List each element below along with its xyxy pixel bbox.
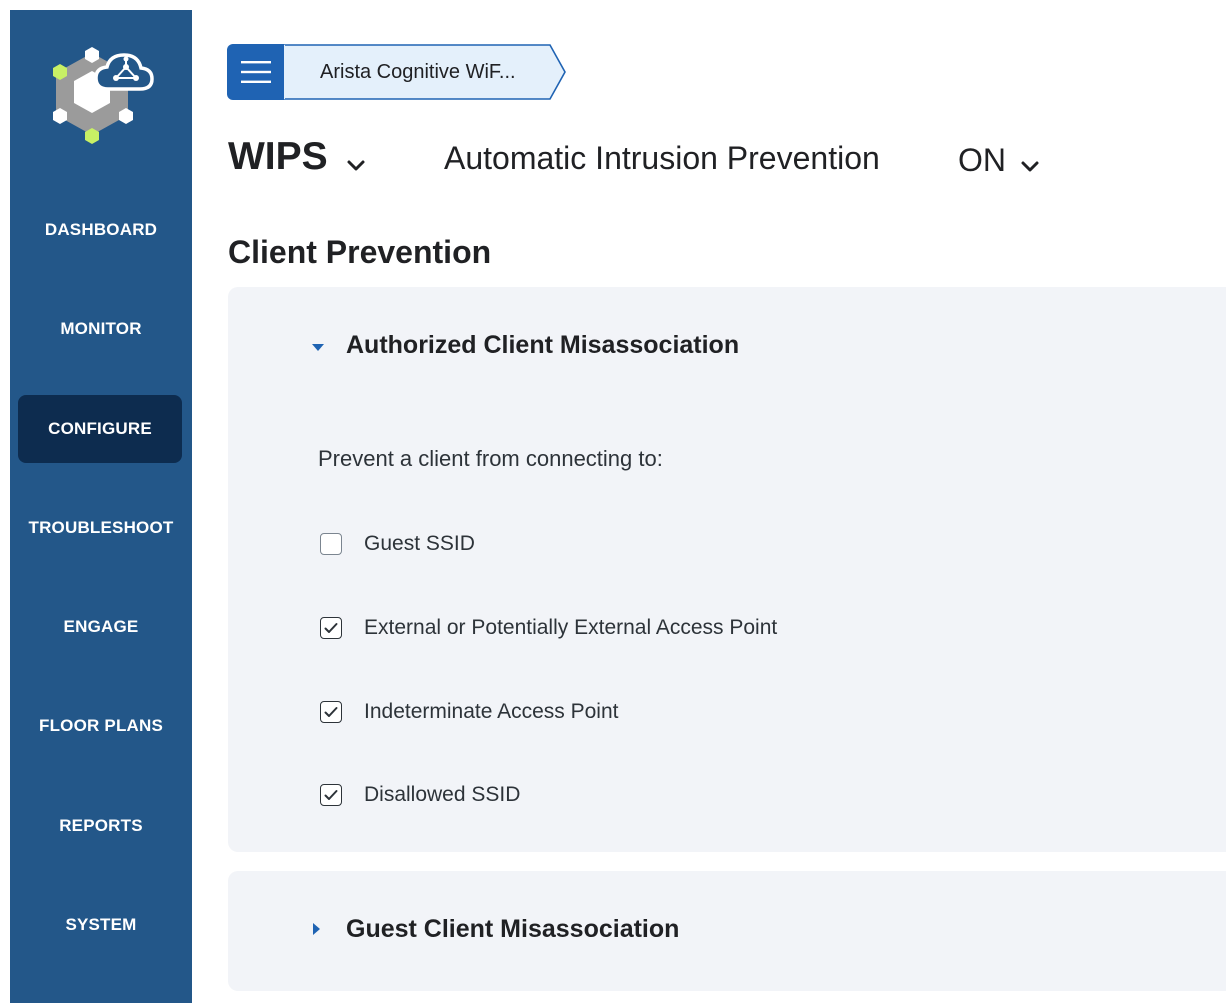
- option-guest-ssid[interactable]: Guest SSID: [320, 532, 475, 556]
- option-label: Indeterminate Access Point: [364, 700, 619, 723]
- breadcrumb-item[interactable]: Arista Cognitive WiF...: [284, 44, 566, 100]
- chevron-down-icon: [1020, 144, 1040, 181]
- window-edge: [0, 0, 10, 1003]
- option-label: External or Potentially External Access …: [364, 616, 778, 639]
- authorized-client-misassociation-panel: Authorized Client Misassociation Prevent…: [228, 287, 1226, 852]
- panel-toggle-authorized[interactable]: Authorized Client Misassociation: [310, 331, 739, 360]
- checkmark-icon: [324, 790, 338, 800]
- module-selector[interactable]: WIPS: [228, 132, 366, 182]
- hamburger-icon: [240, 61, 271, 83]
- guest-client-misassociation-panel: Guest Client Misassociation: [228, 871, 1226, 991]
- sidebar-item-configure[interactable]: CONFIGURE: [18, 395, 182, 463]
- sidebar-item-label: MONITOR: [60, 319, 142, 338]
- caret-right-icon: [310, 915, 332, 944]
- checkmark-icon: [324, 623, 338, 633]
- sidebar-item-reports[interactable]: REPORTS: [10, 806, 192, 846]
- option-label: Disallowed SSID: [364, 783, 521, 806]
- auto-prevention-value: ON: [958, 142, 1006, 178]
- caret-down-icon: [310, 331, 332, 360]
- sidebar-item-label: REPORTS: [59, 816, 143, 835]
- panel-title: Guest Client Misassociation: [346, 915, 680, 943]
- breadcrumb-label: Arista Cognitive WiF...: [320, 61, 516, 83]
- sidebar-item-system[interactable]: SYSTEM: [10, 905, 192, 945]
- sidebar-item-label: FLOOR PLANS: [38, 716, 164, 735]
- cloud-network-logo[interactable]: [50, 45, 160, 150]
- option-disallowed-ssid[interactable]: Disallowed SSID: [320, 783, 520, 807]
- sidebar-item-label: SYSTEM: [65, 915, 137, 934]
- sidebar-item-label: DASHBOARD: [44, 220, 158, 239]
- external-access-point-checkbox[interactable]: [320, 617, 342, 639]
- sidebar-item-floor-plans[interactable]: FLOOR PLANS: [10, 706, 192, 746]
- sidebar-item-label: TROUBLESHOOT: [28, 518, 174, 537]
- panel-title: Authorized Client Misassociation: [346, 331, 740, 359]
- option-indeterminate-access-point[interactable]: Indeterminate Access Point: [320, 700, 618, 724]
- section-title: Client Prevention: [228, 234, 492, 270]
- breadcrumb: Arista Cognitive WiF...: [227, 44, 566, 100]
- sidebar-item-label: ENGAGE: [63, 617, 139, 636]
- disallowed-ssid-checkbox[interactable]: [320, 784, 342, 806]
- sidebar-item-troubleshoot[interactable]: TROUBLESHOOT: [10, 508, 192, 548]
- guest-ssid-checkbox[interactable]: [320, 533, 342, 555]
- option-external-access-point[interactable]: External or Potentially External Access …: [320, 616, 777, 640]
- checkmark-icon: [324, 707, 338, 717]
- chevron-down-icon: [346, 138, 366, 182]
- prevention-prompt: Prevent a client from connecting to:: [318, 446, 663, 471]
- sidebar-item-monitor[interactable]: MONITOR: [10, 309, 192, 349]
- sidebar-item-engage[interactable]: ENGAGE: [10, 607, 192, 647]
- option-label: Guest SSID: [364, 532, 475, 555]
- auto-prevention-dropdown[interactable]: ON: [958, 140, 1040, 181]
- sidebar-item-label: CONFIGURE: [48, 419, 152, 438]
- indeterminate-access-point-checkbox[interactable]: [320, 701, 342, 723]
- page-title: WIPS: [228, 135, 328, 178]
- sidebar-item-dashboard[interactable]: DASHBOARD: [10, 210, 192, 250]
- menu-button[interactable]: [227, 44, 284, 100]
- auto-prevention-label: Automatic Intrusion Prevention: [444, 140, 880, 176]
- sidebar: DASHBOARD MONITOR CONFIGURE TROUBLESHOOT…: [10, 10, 192, 1003]
- panel-toggle-guest[interactable]: Guest Client Misassociation: [310, 915, 679, 944]
